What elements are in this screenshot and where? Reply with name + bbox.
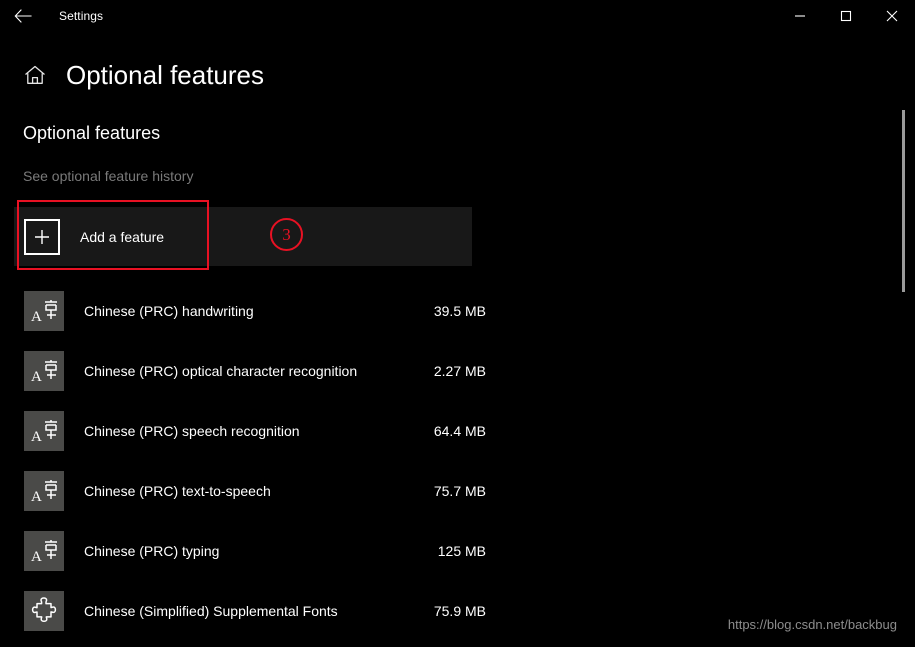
feature-name: Chinese (PRC) speech recognition	[84, 423, 300, 439]
page-title: Optional features	[66, 59, 265, 90]
minimize-icon	[794, 10, 806, 22]
feature-size: 75.7 MB	[433, 483, 486, 499]
title-bar: Settings	[0, 0, 915, 32]
scrollbar-thumb[interactable]	[902, 110, 905, 292]
feature-size: 2.27 MB	[433, 363, 486, 379]
language-pack-icon: A	[24, 471, 64, 511]
svg-text:A: A	[31, 429, 42, 445]
language-pack-icon: A	[24, 291, 64, 331]
list-item[interactable]: A Chinese (PRC) optical character recogn…	[0, 341, 500, 401]
feature-size: 64.4 MB	[433, 423, 486, 439]
svg-text:A: A	[31, 309, 42, 325]
feature-size: 39.5 MB	[433, 303, 486, 319]
back-arrow-icon	[14, 9, 32, 23]
close-button[interactable]	[869, 0, 915, 32]
svg-text:A: A	[31, 489, 42, 505]
list-item[interactable]: A Chinese (PRC) typing 125 MB	[0, 521, 500, 581]
optional-features-list: A Chinese (PRC) handwriting 39.5 MB A Ch…	[0, 281, 500, 641]
list-item[interactable]: Chinese (Simplified) Supplemental Fonts …	[0, 581, 500, 641]
feature-size: 75.9 MB	[433, 603, 486, 619]
add-a-feature-label: Add a feature	[80, 228, 165, 245]
list-item[interactable]: A Chinese (PRC) text-to-speech 75.7 MB	[0, 461, 500, 521]
svg-text:A: A	[31, 369, 42, 385]
maximize-button[interactable]	[823, 0, 869, 32]
add-a-feature-button[interactable]: Add a feature	[14, 207, 472, 266]
feature-name: Chinese (PRC) optical character recognit…	[84, 363, 358, 379]
feature-name: Chinese (PRC) handwriting	[84, 303, 254, 319]
optional-feature-history-link[interactable]: See optional feature history	[23, 168, 193, 184]
close-icon	[886, 10, 898, 22]
list-item[interactable]: A Chinese (PRC) handwriting 39.5 MB	[0, 281, 500, 341]
section-title: Optional features	[23, 123, 161, 143]
feature-name: Chinese (Simplified) Supplemental Fonts	[84, 603, 338, 619]
maximize-icon	[840, 10, 852, 22]
language-pack-icon: A	[24, 531, 64, 571]
feature-name: Chinese (PRC) typing	[84, 543, 220, 559]
minimize-button[interactable]	[777, 0, 823, 32]
list-item[interactable]: A Chinese (PRC) speech recognition 64.4 …	[0, 401, 500, 461]
language-pack-icon: A	[24, 351, 64, 391]
plus-icon	[24, 218, 60, 255]
feature-name: Chinese (PRC) text-to-speech	[84, 483, 271, 499]
svg-text:A: A	[31, 549, 42, 565]
page-header: Optional features	[0, 50, 500, 100]
puzzle-piece-icon	[24, 591, 64, 631]
home-icon[interactable]	[22, 65, 48, 85]
language-pack-icon: A	[24, 411, 64, 451]
app-title: Settings	[59, 9, 104, 23]
window-controls	[777, 0, 915, 32]
back-button[interactable]	[0, 0, 45, 32]
feature-size: 125 MB	[437, 543, 486, 559]
watermark: https://blog.csdn.net/backbug	[727, 617, 897, 632]
